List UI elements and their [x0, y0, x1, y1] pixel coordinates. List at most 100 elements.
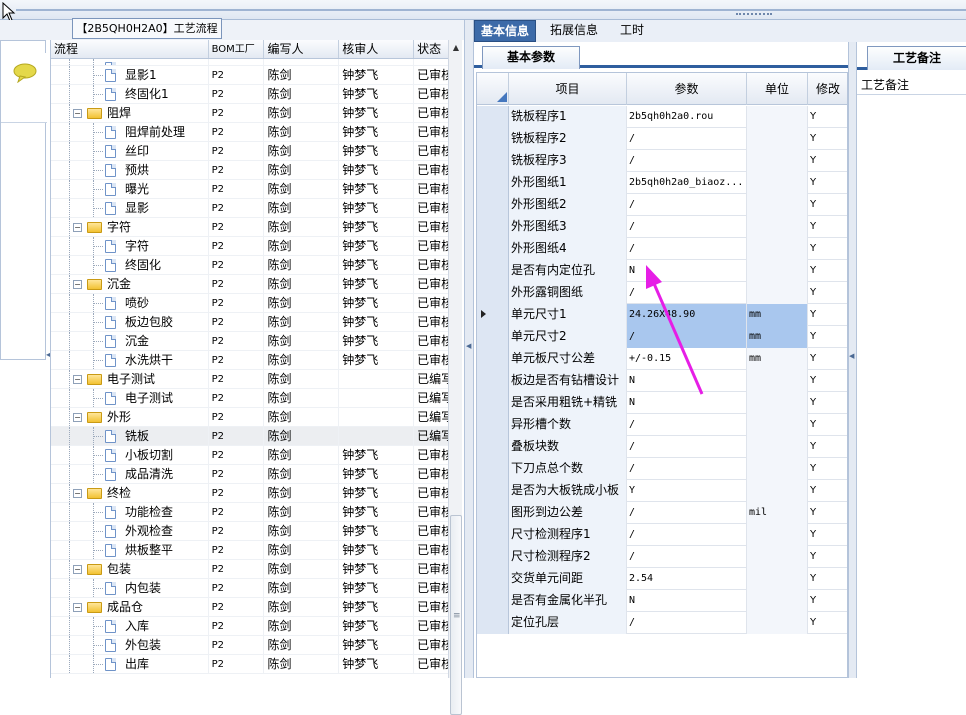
- tree-row[interactable]: 沉金 P2 陈剑 钟梦飞 已审核: [51, 332, 462, 351]
- tree-row[interactable]: 内包装 P2 陈剑 钟梦飞 已审核: [51, 579, 462, 598]
- row-header[interactable]: [477, 370, 509, 392]
- tree-row[interactable]: 终固化1 P2 陈剑 钟梦飞 已审核: [51, 85, 462, 104]
- collapse-toggle-icon[interactable]: −: [73, 280, 82, 289]
- grid-cell-modify[interactable]: Y: [808, 282, 847, 304]
- grid-cell-unit[interactable]: mm: [747, 304, 808, 326]
- grid-cell-unit[interactable]: [747, 590, 808, 612]
- grid-row[interactable]: 外形图纸3/ Y: [477, 216, 847, 238]
- grid-cell-modify[interactable]: Y: [808, 414, 847, 436]
- chat-box[interactable]: [1, 53, 47, 123]
- grid-cell-value[interactable]: /: [627, 194, 747, 216]
- grid-row[interactable]: 是否采用粗铣+精铣 N Y: [477, 392, 847, 414]
- grid-col-param[interactable]: 参数: [627, 73, 747, 105]
- notes-splitter[interactable]: ◀: [848, 42, 856, 678]
- tree-row[interactable]: 小板切割 P2 陈剑 钟梦飞 已审核: [51, 446, 462, 465]
- row-header[interactable]: [477, 194, 509, 216]
- grid-cell-unit[interactable]: [747, 458, 808, 480]
- grid-cell-unit[interactable]: [747, 216, 808, 238]
- grid-row[interactable]: 异形槽个数 / Y: [477, 414, 847, 436]
- grid-cell-value[interactable]: /: [627, 436, 747, 458]
- grid-row[interactable]: 外形图纸1 2b5qh0h2a0_biaoz... Y: [477, 172, 847, 194]
- row-header[interactable]: [477, 524, 509, 546]
- row-header[interactable]: [477, 436, 509, 458]
- tree-col-reviewer[interactable]: 核审人: [339, 40, 415, 58]
- grid-row[interactable]: 外形图纸2/ Y: [477, 194, 847, 216]
- tree-row[interactable]: 字符 P2 陈剑 钟梦飞 已审核: [51, 237, 462, 256]
- grid-cell-unit[interactable]: [747, 546, 808, 568]
- tree-col-flow[interactable]: 流程: [51, 40, 209, 58]
- tab-work-hours[interactable]: 工时: [614, 20, 650, 42]
- tree-row[interactable]: − 字符 P2 陈剑 钟梦飞 已审核: [51, 218, 462, 237]
- grid-row[interactable]: 铣板程序1 2b5qh0h2a0.rou Y: [477, 106, 847, 128]
- grid-cell-value[interactable]: 2b5qh0h2a0.rou: [627, 106, 747, 128]
- tree-row[interactable]: 阻焊前处理 P2 陈剑 钟梦飞 已审核: [51, 123, 462, 142]
- collapse-toggle-icon[interactable]: −: [73, 375, 82, 384]
- grid-cell-modify[interactable]: Y: [808, 612, 847, 634]
- tree-row[interactable]: − 电子测试 P2 陈剑 已编写: [51, 370, 462, 389]
- grid-cell-value[interactable]: /: [627, 150, 747, 172]
- grid-col-item[interactable]: 项目: [509, 73, 627, 105]
- grid-col-modify[interactable]: 修改: [808, 73, 847, 105]
- grid-cell-unit[interactable]: [747, 414, 808, 436]
- grid-cell-modify[interactable]: Y: [808, 458, 847, 480]
- grid-cell-unit[interactable]: [747, 480, 808, 502]
- collapse-toggle-icon[interactable]: −: [73, 565, 82, 574]
- grid-cell-value[interactable]: /: [627, 282, 747, 304]
- row-header[interactable]: [477, 568, 509, 590]
- grid-cell-unit[interactable]: [747, 436, 808, 458]
- tree-row[interactable]: 终固化 P2 陈剑 钟梦飞 已审核: [51, 256, 462, 275]
- row-header[interactable]: [477, 348, 509, 370]
- grid-cell-modify[interactable]: Y: [808, 238, 847, 260]
- grid-cell-unit[interactable]: [747, 194, 808, 216]
- grid-row[interactable]: 是否为大板铣成小板 Y Y: [477, 480, 847, 502]
- grid-cell-value[interactable]: N: [627, 392, 747, 414]
- grid-row[interactable]: 尺寸检测程序1/ Y: [477, 524, 847, 546]
- tab-process-notes[interactable]: 工艺备注: [867, 46, 966, 70]
- tree-row[interactable]: 功能检查 P2 陈剑 钟梦飞 已审核: [51, 503, 462, 522]
- row-header[interactable]: [477, 260, 509, 282]
- tree-row[interactable]: − 阻焊 P2 陈剑 钟梦飞 已审核: [51, 104, 462, 123]
- scroll-up-icon[interactable]: ▲: [449, 40, 463, 56]
- collapse-toggle-icon[interactable]: −: [73, 223, 82, 232]
- grid-cell-unit[interactable]: mil: [747, 502, 808, 524]
- grid-cell-value[interactable]: /: [627, 458, 747, 480]
- grid-cell-unit[interactable]: [747, 128, 808, 150]
- grid-cell-modify[interactable]: Y: [808, 524, 847, 546]
- grid-cell-value[interactable]: 24.26X48.90: [627, 304, 747, 326]
- grid-row[interactable]: 是否有金属化半孔 N Y: [477, 590, 847, 612]
- process-flow-tab[interactable]: 【2B5QH0H2A0】工艺流程: [72, 18, 222, 39]
- grid-row[interactable]: 外形露铜图纸 / Y: [477, 282, 847, 304]
- tab-extended-info[interactable]: 拓展信息: [544, 20, 604, 42]
- grid-cell-value[interactable]: /: [627, 326, 747, 348]
- row-header[interactable]: [477, 304, 509, 326]
- grid-cell-unit[interactable]: [747, 612, 808, 634]
- row-header[interactable]: [477, 590, 509, 612]
- row-header[interactable]: [477, 414, 509, 436]
- grid-cell-value[interactable]: N: [627, 370, 747, 392]
- row-header[interactable]: [477, 282, 509, 304]
- tree-scrollbar[interactable]: ▲ ≡: [448, 40, 463, 715]
- notes-splitter-arrow-icon[interactable]: ◀: [849, 352, 854, 360]
- grid-cell-modify[interactable]: Y: [808, 194, 847, 216]
- grid-col-unit[interactable]: 单位: [747, 73, 808, 105]
- grid-cell-unit[interactable]: [747, 150, 808, 172]
- tree-row[interactable]: 铣板 P2 陈剑 已编写: [51, 427, 462, 446]
- grid-corner[interactable]: [477, 73, 509, 105]
- tree-row[interactable]: [51, 59, 462, 66]
- row-header[interactable]: [477, 128, 509, 150]
- collapse-toggle-icon[interactable]: −: [73, 413, 82, 422]
- row-header[interactable]: [477, 502, 509, 524]
- top-splitter-grip[interactable]: [736, 13, 772, 16]
- grid-row[interactable]: 单元板尺寸公差 +/-0.15 mm Y: [477, 348, 847, 370]
- grid-cell-modify[interactable]: Y: [808, 150, 847, 172]
- grid-cell-unit[interactable]: mm: [747, 326, 808, 348]
- collapse-toggle-icon[interactable]: −: [73, 109, 82, 118]
- grid-cell-modify[interactable]: Y: [808, 348, 847, 370]
- row-header[interactable]: [477, 326, 509, 348]
- tree-row[interactable]: − 成品仓 P2 陈剑 钟梦飞 已审核: [51, 598, 462, 617]
- grid-cell-unit[interactable]: [747, 524, 808, 546]
- grid-cell-modify[interactable]: Y: [808, 502, 847, 524]
- tree-col-bom[interactable]: BOM工厂: [209, 40, 265, 58]
- tab-basic-params[interactable]: 基本参数: [482, 46, 580, 69]
- row-header[interactable]: [477, 546, 509, 568]
